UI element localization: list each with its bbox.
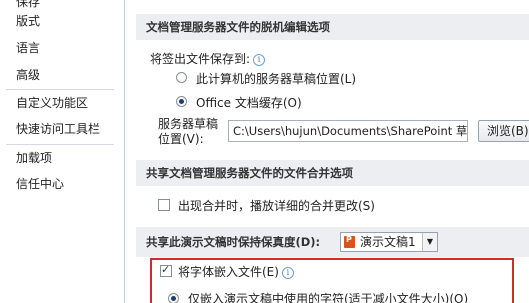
show-merge-changes-checkbox[interactable] <box>158 199 170 211</box>
offline-editing-header: 文档管理服务器文件的脱机编辑选项 <box>136 14 529 40</box>
presentation-select[interactable]: 演示文稿1 ▼ <box>340 232 438 252</box>
server-drafts-radio[interactable] <box>176 72 187 83</box>
save-checked-out-label: 将签出文件保存到: i <box>150 50 266 67</box>
sidebar-item-language[interactable]: 语言 <box>16 36 40 60</box>
embed-used-chars-label[interactable]: 仅嵌入演示文稿中使用的字符(适于减小文件大小)(O) <box>188 290 468 303</box>
sidebar-item-quick-access-toolbar[interactable]: 快速访问工具栏 <box>16 117 100 141</box>
chevron-down-icon[interactable]: ▼ <box>422 233 437 251</box>
embed-fonts-label[interactable]: 将字体嵌入文件(E) i <box>178 263 294 280</box>
embed-used-chars-radio[interactable] <box>168 293 179 303</box>
merge-options-header: 共享文档管理服务器文件的文件合并选项 <box>136 160 529 186</box>
sidebar-item-customize-ribbon[interactable]: 自定义功能区 <box>16 91 88 115</box>
options-sidebar: 保存 版式 语言 高级 自定义功能区 快速访问工具栏 加载项 信任中心 <box>0 0 125 303</box>
embed-fonts-checkbox[interactable] <box>160 263 172 277</box>
sidebar-item-advanced[interactable]: 高级 <box>16 63 40 87</box>
sidebar-divider <box>6 144 114 145</box>
server-drafts-location-label: 服务器草稿 位置(V): <box>158 117 219 146</box>
sidebar-item-trust-center[interactable]: 信任中心 <box>16 172 64 196</box>
info-icon: i <box>281 267 294 279</box>
info-icon: i <box>253 54 266 66</box>
drafts-location-input[interactable]: C:\Users\hujun\Documents\SharePoint 草稿 <box>228 120 468 142</box>
options-main-panel: 文档管理服务器文件的脱机编辑选项 将签出文件保存到: i 此计算机的服务器草稿位置… <box>126 0 529 303</box>
office-cache-radio-label[interactable]: Office 文档缓存(O) <box>196 94 302 111</box>
sidebar-item-addins[interactable]: 加载项 <box>16 146 52 170</box>
office-cache-radio[interactable] <box>176 96 187 107</box>
server-drafts-radio-label[interactable]: 此计算机的服务器草稿位置(L) <box>196 70 356 87</box>
browse-button[interactable]: 浏览(B)... <box>478 120 529 142</box>
fidelity-header: 共享此演示文稿时保持保真度(D): <box>136 227 529 257</box>
show-merge-changes-label[interactable]: 出现合并时，播放详细的合并更改(S) <box>178 197 375 214</box>
presentation-select-value: 演示文稿1 <box>360 235 416 249</box>
powerpoint-file-icon <box>344 235 355 248</box>
sidebar-item-layout[interactable]: 版式 <box>16 9 40 33</box>
sidebar-divider <box>6 89 114 90</box>
